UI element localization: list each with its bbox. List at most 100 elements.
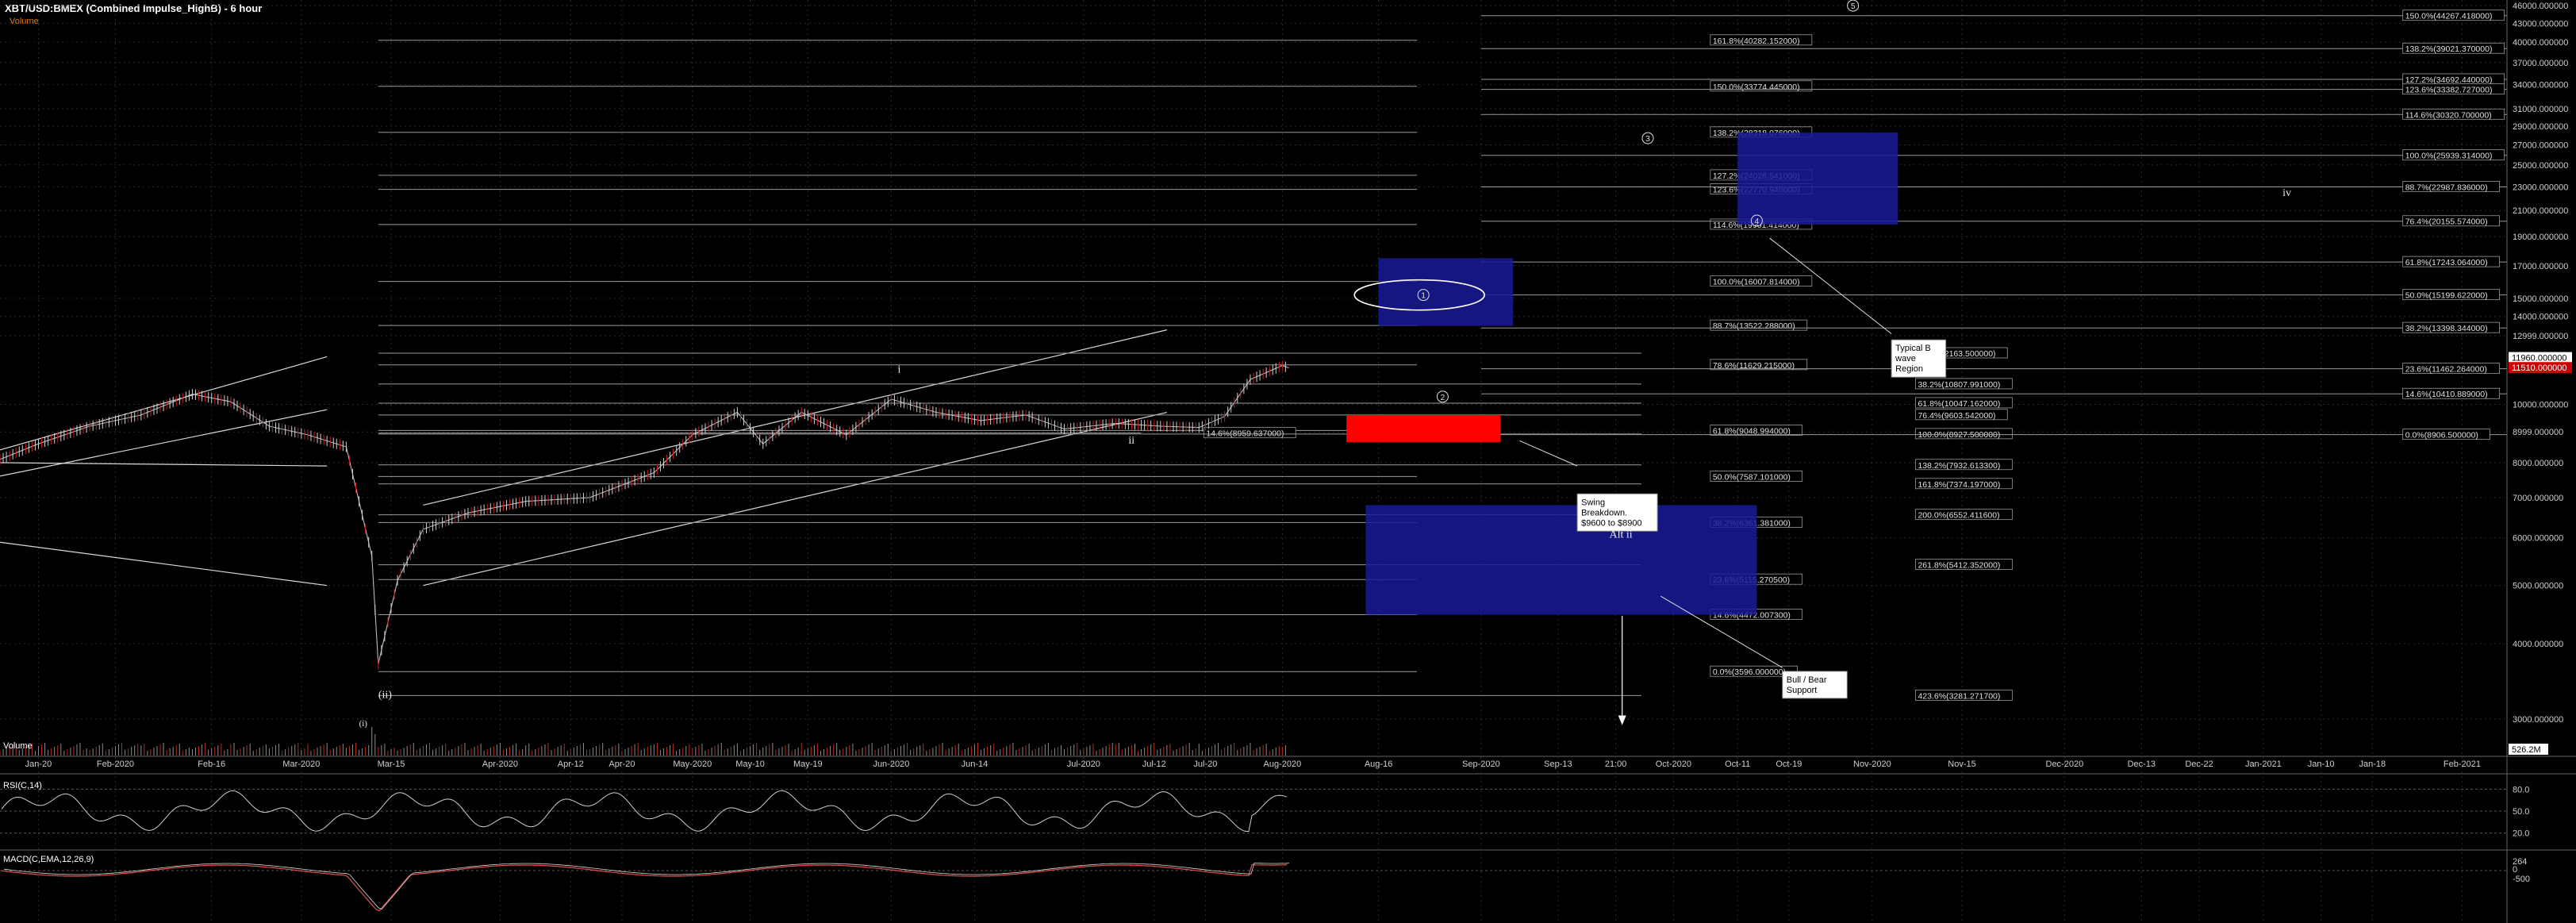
annotation-pointer (1519, 440, 1578, 467)
y-tick-label: 37000.000000 (2513, 59, 2568, 68)
fib-label: 50.0%(7587.101000) (1713, 472, 1791, 482)
channel-line (0, 462, 328, 467)
annotation-text: Breakdown. (1581, 508, 1627, 517)
y-tick-label: 14000.000000 (2513, 313, 2568, 322)
fib-label: 150.0%(33774.445000) (1713, 83, 1800, 92)
wave-label: ii (1128, 435, 1134, 447)
y-tick-label: 40000.000000 (2513, 38, 2568, 48)
x-tick-label: Apr-20 (608, 760, 635, 769)
x-tick-label: Oct-2020 (1656, 760, 1691, 769)
y-tick-label: 10000.000000 (2513, 401, 2568, 410)
alt-ii-box (1365, 505, 1757, 615)
rsi-tick-label: 50.0 (2513, 807, 2529, 817)
price-badge-label: 11510.000000 (2512, 363, 2567, 373)
target-zones (1346, 133, 1898, 615)
axes: Jan-20 Feb-2020 Feb-16 Mar-2020 Mar-15 Apr-20… (0, 0, 2576, 923)
fib-label: 76.4%(9603.542000) (1918, 411, 1995, 421)
macd-tick-label: 0 (2513, 865, 2517, 875)
fib-label: 38.2%(10807.991000) (1918, 380, 2000, 390)
wave-circle-label: 1 (1421, 292, 1426, 301)
y-tick-label: 15000.000000 (2513, 294, 2568, 304)
macd-signal-line (1, 863, 1288, 912)
y-tick-label: 46000.000000 (2513, 2, 2568, 11)
wave-circle-label: 2 (1441, 394, 1445, 402)
x-tick-label: Jul-2020 (1067, 760, 1100, 769)
fib-label: 23.6%(11462.264000) (2405, 365, 2487, 375)
x-tick-label: Oct-11 (1725, 760, 1750, 769)
y-tick-label: 17000.000000 (2513, 262, 2568, 271)
wave-circle-label: 5 (1851, 2, 1856, 11)
x-tick-label: Dec-2020 (2046, 760, 2084, 769)
y-tick-label: 3000.000000 (2513, 715, 2563, 725)
annotation-text: Typical B (1895, 344, 1931, 353)
volume-bars (0, 727, 1286, 756)
y-tick-label: 25000.000000 (2513, 161, 2568, 171)
x-tick-label: May-19 (793, 760, 823, 769)
x-tick-label: Dec-13 (2128, 760, 2156, 769)
y-tick-label: 31000.000000 (2513, 105, 2568, 114)
indicators: 80.050.020.02640-500 (0, 785, 2530, 912)
x-tick-label: Jan-18 (2359, 760, 2386, 769)
swing-breakdown-box (1346, 414, 1501, 443)
x-tick-label: Oct-19 (1776, 760, 1802, 769)
fib-label: 138.2%(39021.370000) (2405, 44, 2493, 54)
fib-label: 127.2%(34692.440000) (2405, 75, 2493, 85)
fib-label: 200.0%(6552.411600) (1918, 511, 1999, 521)
fib-label: 261.8%(5412.352000) (1918, 561, 2000, 571)
y-tick-label: 34000.000000 (2513, 81, 2568, 90)
y-tick-label: 8000.000000 (2513, 459, 2563, 468)
x-tick-label: Mar-2020 (282, 760, 320, 769)
y-tick-label: 23000.000000 (2513, 183, 2568, 192)
fib-label: 61.8%(10047.162000) (1918, 399, 2000, 409)
volume-badge-label: 526.2M (2512, 745, 2541, 755)
macd-panel-label: MACD(C,EMA,12,26,9) (3, 855, 94, 864)
rsi-panel-label: RSI(C,14) (3, 781, 42, 790)
fib-label: 150.0%(44267.418000) (2405, 12, 2493, 21)
fib-label: 61.8%(17243.064000) (2405, 258, 2488, 267)
y-tick-label: 5000.000000 (2513, 582, 2563, 591)
grid (0, 0, 2507, 923)
x-tick-label: Jul-12 (1142, 760, 1166, 769)
x-tick-label: Sep-13 (1544, 760, 1572, 769)
fib-label: 38.2%(13398.344000) (2405, 324, 2488, 333)
x-tick-label: 21:00 (1605, 760, 1627, 769)
x-tick-label: Mar-15 (378, 760, 405, 769)
x-tick-label: Dec-22 (2185, 760, 2213, 769)
fib-label: 138.2%(7932.613300) (1918, 461, 2000, 471)
x-tick-label: Sep-2020 (1462, 760, 1500, 769)
wave-circle-label: 3 (1645, 135, 1650, 144)
chart-canvas[interactable]: 161.8%(40282.152000) 150.0%(33774.445000)… (0, 0, 2576, 923)
wave-label: Alt ii (1610, 529, 1633, 541)
annotations: Typical BwaveRegion SwingBreakdown.$9600 … (359, 0, 2291, 729)
annotation-text: Bull / Bear (1787, 675, 1827, 685)
fib-label: 161.8%(7374.197000) (1918, 480, 2000, 490)
y-tick-label: 12999.000000 (2513, 332, 2568, 341)
x-tick-label: Jan-20 (25, 760, 52, 769)
channel-line (423, 411, 1168, 586)
fib-label: 114.6%(30320.700000) (2405, 110, 2492, 120)
fib-label: 14.6%(10410.889000) (2405, 390, 2488, 399)
x-tick-label: Aug-2020 (1264, 760, 1302, 769)
y-tick-label: 8999.000000 (2513, 428, 2563, 437)
wave-label: (i) (359, 719, 368, 729)
annotation-text: Region (1895, 364, 1923, 374)
annotation-text: Swing (1581, 498, 1605, 507)
fib-label: 0.0%(8906.500000) (2405, 431, 2478, 440)
fib-label: 423.6%(3281.271700) (1918, 691, 2000, 701)
y-tick-label: 7000.000000 (2513, 494, 2563, 503)
wave-circle-label: 4 (1755, 217, 1760, 226)
fib-label: 161.8%(40282.152000) (1713, 37, 1800, 46)
x-tick-label: Feb-2020 (97, 760, 134, 769)
target-box-1 (1378, 258, 1514, 326)
down-arrow-head (1618, 715, 1626, 725)
y-tick-label: 21000.000000 (2513, 206, 2568, 216)
x-tick-label: May-2020 (673, 760, 712, 769)
channel-line (0, 409, 328, 477)
fib-label: 100.0%(16007.814000) (1713, 278, 1800, 287)
annotation-text: wave (1895, 354, 1916, 363)
x-tick-label: Aug-16 (1365, 760, 1392, 769)
rsi-tick-label: 80.0 (2513, 785, 2529, 794)
x-tick-label: Apr-12 (558, 760, 584, 769)
channel-line (0, 541, 328, 586)
rsi-tick-label: 20.0 (2513, 829, 2529, 839)
